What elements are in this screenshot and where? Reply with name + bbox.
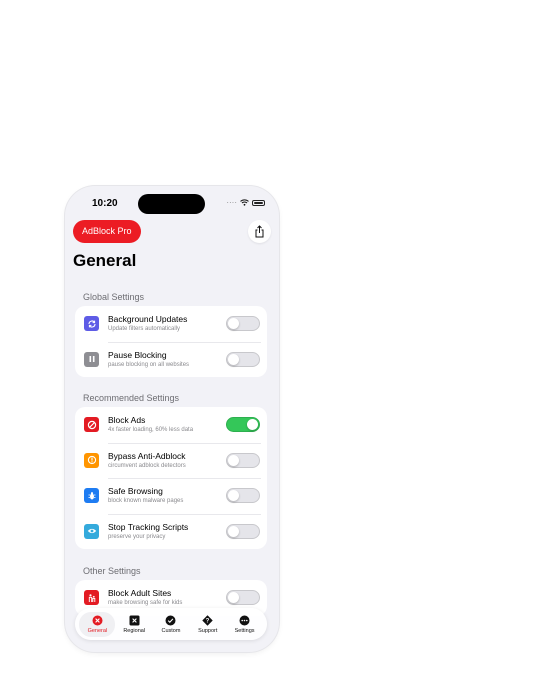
- phone-screen: 10:20 ···· AdBlock Pro General Global Se…: [65, 186, 279, 652]
- setting-row-block-ads: Block Ads 4x faster loading, 60% less da…: [75, 407, 267, 443]
- setting-row-bypass-anti-adblock: Bypass Anti-Adblock circumvent adblock d…: [75, 442, 267, 479]
- setting-title: Pause Blocking: [108, 349, 167, 360]
- setting-title: Bypass Anti-Adblock: [108, 450, 186, 461]
- dynamic-island: [138, 194, 205, 214]
- recommended-settings-card: Block Ads 4x faster loading, 60% less da…: [75, 407, 267, 549]
- x-square-icon: [129, 615, 140, 626]
- share-icon: [255, 225, 264, 238]
- signal-icon: ····: [226, 197, 237, 207]
- block-icon: [84, 417, 99, 432]
- tab-label: General: [87, 627, 108, 634]
- setting-row-safe-browsing: Safe Browsing block known malware pages: [75, 478, 267, 514]
- section-header-recommended: Recommended Settings: [83, 393, 180, 403]
- refresh-icon: [84, 316, 99, 331]
- section-header-global: Global Settings: [83, 292, 145, 302]
- share-button[interactable]: [248, 220, 271, 243]
- tab-support[interactable]: ? Support: [190, 612, 226, 637]
- svg-text:?: ?: [206, 618, 210, 624]
- page-title: General: [73, 251, 137, 270]
- battery-icon: [252, 199, 265, 206]
- toggle-knob: [228, 592, 239, 603]
- status-icons: ····: [226, 197, 265, 207]
- eye-icon: [84, 523, 99, 539]
- toggle-knob: [228, 353, 239, 365]
- section-header-other: Other Settings: [83, 566, 141, 576]
- pause-blocking-toggle[interactable]: [226, 351, 260, 367]
- setting-row-stop-tracking-scripts: Stop Tracking Scripts preserve your priv…: [75, 513, 267, 550]
- setting-subtitle: pause blocking on all websites: [108, 361, 190, 368]
- tab-settings[interactable]: Settings: [227, 612, 263, 637]
- block-ads-toggle[interactable]: [226, 417, 260, 432]
- wifi-icon: [240, 199, 249, 206]
- setting-row-background-updates: Background Updates Update filters automa…: [75, 306, 267, 342]
- setting-subtitle: Update filters automatically: [108, 326, 181, 332]
- toggle-knob: [228, 318, 239, 329]
- setting-title: Background Updates: [108, 314, 188, 324]
- family-icon: [84, 590, 99, 605]
- setting-subtitle: preserve your privacy: [108, 533, 166, 540]
- setting-subtitle: make browsing safe for kids: [108, 600, 183, 606]
- tab-bar: General Regional Custom ? Support Settin…: [75, 608, 267, 640]
- global-settings-card: Background Updates Update filters automa…: [75, 306, 267, 377]
- warning-icon: [84, 452, 99, 468]
- setting-title: Block Ads: [108, 415, 146, 425]
- block-adult-sites-toggle[interactable]: [226, 590, 260, 605]
- bypass-anti-adblock-toggle[interactable]: [226, 452, 260, 468]
- question-diamond-icon: ?: [202, 614, 213, 626]
- bug-icon: [84, 488, 99, 503]
- tab-custom[interactable]: Custom: [153, 612, 189, 637]
- x-circle-icon: [92, 615, 103, 626]
- stop-tracking-scripts-toggle[interactable]: [226, 523, 260, 539]
- setting-subtitle: circumvent adblock detectors: [108, 462, 186, 469]
- safe-browsing-toggle[interactable]: [226, 488, 260, 503]
- setting-row-pause-blocking: Pause Blocking pause blocking on all web…: [75, 341, 267, 378]
- setting-title: Block Adult Sites: [108, 588, 172, 598]
- status-time: 10:20: [92, 198, 118, 209]
- tab-label: Regional: [123, 627, 146, 634]
- brand-button[interactable]: AdBlock Pro: [73, 220, 141, 243]
- checkmark-circle-icon: [165, 615, 176, 626]
- ellipsis-circle-icon: [239, 615, 250, 626]
- tab-label: Support: [198, 627, 218, 634]
- toggle-knob: [228, 490, 239, 501]
- toggle-knob: [228, 454, 239, 466]
- background-updates-toggle[interactable]: [226, 316, 260, 331]
- tab-regional[interactable]: Regional: [116, 612, 152, 637]
- toggle-knob: [247, 419, 258, 430]
- tab-label: Custom: [161, 627, 181, 634]
- setting-title: Safe Browsing: [108, 486, 163, 496]
- pause-icon: [84, 351, 99, 367]
- tab-general[interactable]: General: [79, 611, 116, 637]
- setting-subtitle: block known malware pages: [108, 498, 184, 504]
- setting-subtitle: 4x faster loading, 60% less data: [108, 427, 194, 433]
- setting-title: Stop Tracking Scripts: [108, 521, 189, 532]
- toggle-knob: [228, 525, 239, 537]
- tab-label: Settings: [234, 627, 255, 634]
